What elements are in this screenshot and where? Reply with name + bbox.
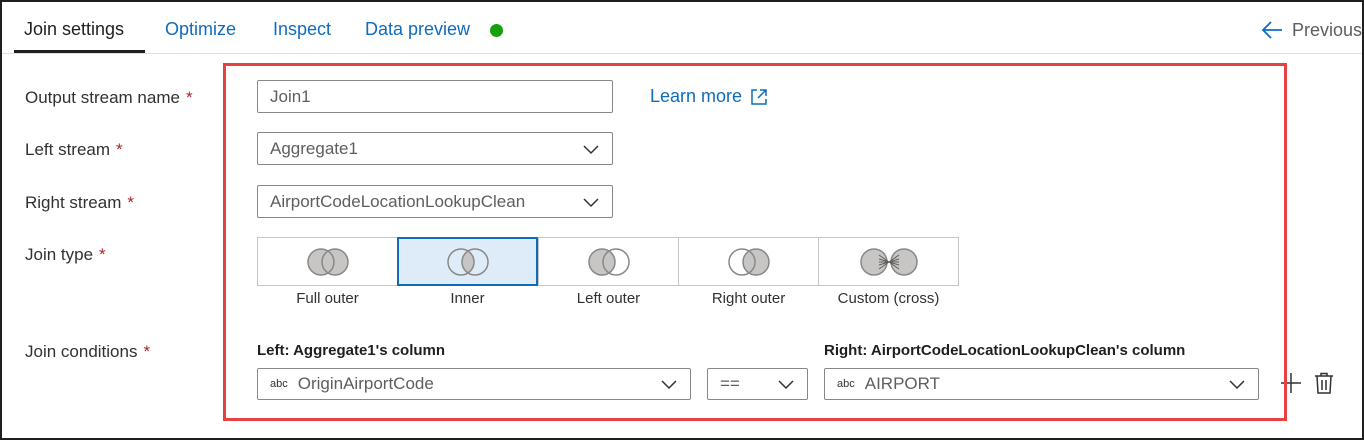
previous-label: Previous	[1292, 19, 1363, 40]
left-stream-label: Left stream *	[25, 140, 123, 159]
left-column-dropdown[interactable]: abc OriginAirportCode	[257, 368, 691, 400]
output-stream-input[interactable]: Join1	[257, 80, 613, 113]
left-stream-dropdown[interactable]: Aggregate1	[257, 132, 613, 165]
right-column-value: AIRPORT	[864, 374, 941, 393]
tab-data-preview[interactable]: Data preview	[365, 19, 470, 40]
trash-icon[interactable]	[1314, 372, 1334, 394]
output-stream-label: Output stream name *	[25, 88, 193, 107]
join-type-full-outer[interactable]	[257, 237, 398, 286]
join-type-label-custom-cross: Custom (cross)	[837, 290, 940, 307]
right-stream-dropdown[interactable]: AirportCodeLocationLookupClean	[257, 185, 613, 218]
join-type-custom-cross[interactable]	[818, 237, 959, 286]
right-column-header: Right: AirportCodeLocationLookupClean's …	[824, 342, 1186, 359]
join-type-label-full-outer: Full outer	[296, 290, 359, 307]
tab-optimize[interactable]: Optimize	[165, 19, 236, 40]
left-column-header: Left: Aggregate1's column	[257, 342, 446, 359]
output-stream-value: Join1	[270, 86, 311, 106]
join-type-inner[interactable]	[397, 237, 538, 286]
join-type-left-outer[interactable]	[538, 237, 679, 286]
operator-dropdown[interactable]: ==	[707, 368, 808, 400]
data-preview-status-dot	[490, 24, 503, 37]
add-condition-icon[interactable]	[1280, 372, 1302, 394]
operator-value: ==	[720, 374, 740, 393]
chevron-down-icon	[1229, 380, 1245, 390]
full-outer-join-icon	[306, 247, 349, 276]
join-type-right-outer[interactable]	[678, 237, 819, 286]
chevron-down-icon	[778, 380, 794, 390]
required-asterisk: *	[127, 193, 134, 212]
active-tab-indicator	[14, 50, 145, 53]
external-link-icon	[751, 88, 767, 105]
tab-bar: Join settings Optimize Inspect Data prev…	[2, 2, 1362, 54]
join-type-label-left-outer: Left outer	[576, 290, 641, 307]
join-type-label: Join type *	[25, 245, 106, 264]
chevron-down-icon	[583, 144, 599, 154]
right-outer-join-icon	[727, 247, 770, 276]
learn-more-label: Learn more	[650, 86, 743, 106]
right-column-dropdown[interactable]: abc AIRPORT	[824, 368, 1259, 400]
inner-join-icon	[446, 247, 489, 276]
tab-join-settings[interactable]: Join settings	[24, 19, 124, 40]
right-stream-label: Right stream *	[25, 193, 134, 212]
tab-inspect[interactable]: Inspect	[273, 19, 331, 40]
string-type-badge: abc	[270, 378, 288, 390]
left-stream-value: Aggregate1	[270, 138, 358, 158]
required-asterisk: *	[99, 245, 106, 264]
chevron-down-icon	[583, 197, 599, 207]
left-outer-join-icon	[587, 247, 630, 276]
required-asterisk: *	[143, 342, 151, 361]
string-type-badge: abc	[837, 378, 855, 390]
join-type-label-right-outer: Right outer	[711, 290, 786, 307]
join-type-label-inner: Inner	[450, 290, 485, 307]
join-conditions-label: Join conditions *	[25, 342, 151, 361]
chevron-down-icon	[661, 380, 677, 390]
cross-join-icon	[859, 247, 918, 276]
right-stream-value: AirportCodeLocationLookupClean	[270, 191, 526, 211]
left-column-value: OriginAirportCode	[297, 374, 434, 393]
previous-button[interactable]: Previous	[1260, 17, 1362, 43]
arrow-left-icon	[1261, 21, 1282, 39]
required-asterisk: *	[185, 88, 193, 107]
learn-more-link[interactable]: Learn more	[650, 86, 768, 107]
required-asterisk: *	[116, 140, 123, 159]
